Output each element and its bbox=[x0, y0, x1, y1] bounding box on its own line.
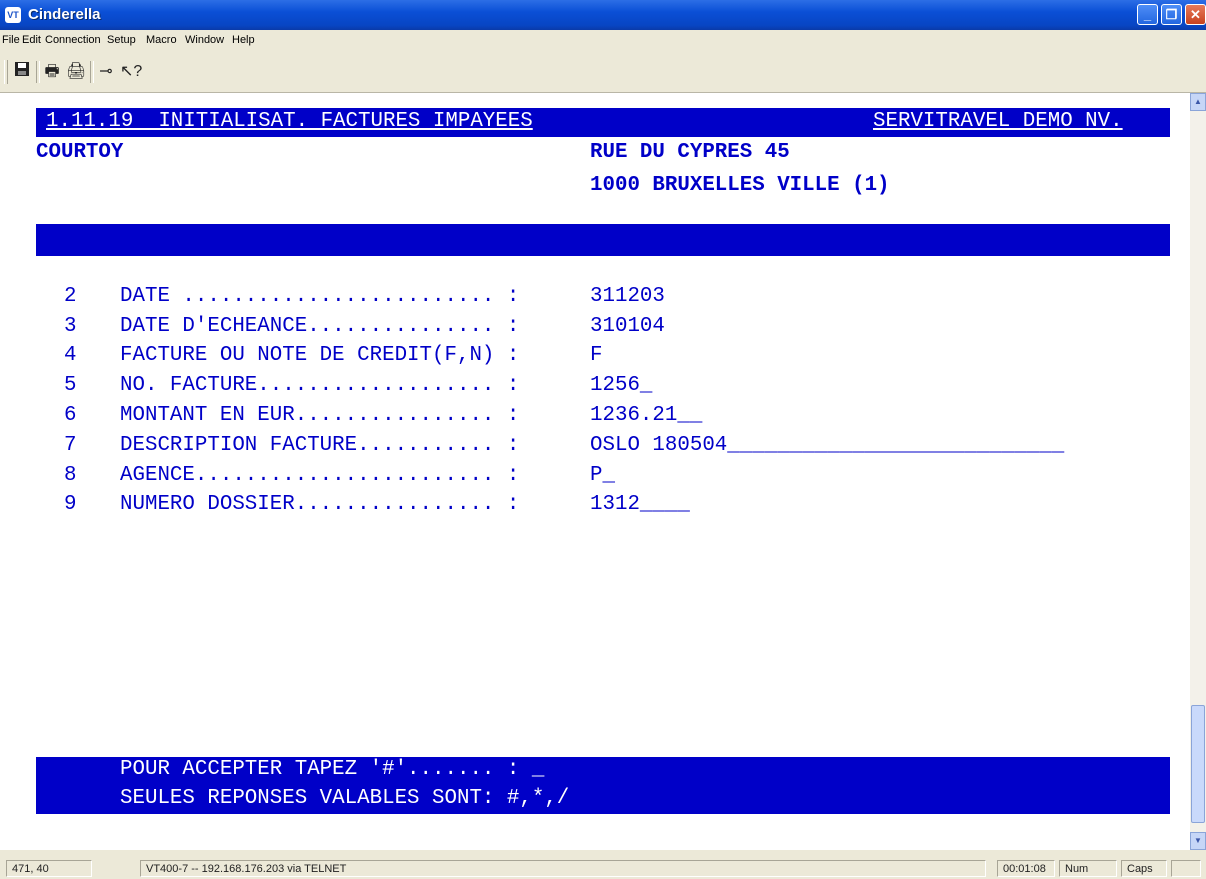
field-number: 3 bbox=[64, 315, 77, 338]
field-value-date[interactable]: 311203 bbox=[590, 284, 665, 310]
field-number: 7 bbox=[64, 434, 77, 457]
menu-bar: File Edit Connection Setup Macro Window … bbox=[0, 30, 1206, 52]
menu-setup[interactable]: Setup bbox=[107, 34, 136, 46]
field-value-description[interactable]: OSLO 180504___________________________ bbox=[590, 433, 1064, 459]
field-label: NO. FACTURE................... : bbox=[120, 374, 520, 397]
field-value-file-number[interactable]: 1312____ bbox=[590, 492, 690, 518]
field-value-due-date[interactable]: 310104 bbox=[590, 314, 665, 340]
field-number: 4 bbox=[64, 344, 77, 367]
field-number: 8 bbox=[64, 464, 77, 487]
toolbar-separator bbox=[36, 61, 40, 83]
session-time: 00:01:08 bbox=[997, 860, 1055, 877]
maximize-button[interactable]: ❐ bbox=[1161, 4, 1182, 25]
num-lock-indicator: Num bbox=[1059, 860, 1117, 877]
menu-file[interactable]: File bbox=[2, 34, 20, 46]
toolbar-grip[interactable] bbox=[4, 60, 8, 84]
field-number: 5 bbox=[64, 374, 77, 397]
scroll-up-button[interactable]: ▲ bbox=[1190, 93, 1206, 111]
menu-help[interactable]: Help bbox=[232, 34, 255, 46]
menu-macro[interactable]: Macro bbox=[146, 34, 177, 46]
close-button[interactable]: ✕ bbox=[1185, 4, 1206, 25]
field-label: FACTURE OU NOTE DE CREDIT(F,N) : bbox=[120, 344, 520, 367]
status-bar: 471, 40 VT400-7 -- 192.168.176.203 via T… bbox=[0, 857, 1206, 879]
field-label: DESCRIPTION FACTURE........... : bbox=[120, 434, 520, 457]
menu-connection[interactable]: Connection bbox=[45, 34, 101, 46]
minimize-button[interactable]: _ bbox=[1137, 4, 1158, 25]
field-number: 6 bbox=[64, 404, 77, 427]
title-bar[interactable]: VT Cinderella _ ❐ ✕ bbox=[0, 0, 1206, 30]
toolbar-separator bbox=[90, 61, 94, 83]
vertical-scrollbar[interactable]: ▲ ▼ bbox=[1190, 93, 1206, 850]
field-label: DATE ......................... : bbox=[120, 285, 520, 308]
field-value-invoice-type[interactable]: F bbox=[590, 343, 602, 369]
cursor-position: 471, 40 bbox=[6, 860, 92, 877]
connect-icon[interactable]: ⊸ bbox=[96, 61, 116, 83]
connection-status: VT400-7 -- 192.168.176.203 via TELNET bbox=[140, 860, 986, 877]
address-line2: 1000 BRUXELLES VILLE (1) bbox=[590, 174, 890, 197]
terminal-screen[interactable]: 1.11.19 INITIALISAT. FACTURES IMPAYEES S… bbox=[0, 93, 1190, 850]
field-value-agency[interactable]: P_ bbox=[590, 463, 615, 489]
address-line1: RUE DU CYPRES 45 bbox=[590, 141, 790, 164]
field-value-amount[interactable]: 1236.21__ bbox=[590, 403, 702, 429]
field-value-invoice-number[interactable]: 1256_ bbox=[590, 373, 652, 399]
menu-window[interactable]: Window bbox=[185, 34, 224, 46]
field-label: AGENCE........................ : bbox=[120, 464, 520, 487]
window-title: Cinderella bbox=[28, 6, 101, 23]
menu-edit[interactable]: Edit bbox=[22, 34, 41, 46]
caps-lock-indicator: Caps bbox=[1121, 860, 1167, 877]
field-label: NUMERO DOSSIER................ : bbox=[120, 493, 520, 516]
company-name: SERVITRAVEL DEMO NV. bbox=[873, 110, 1123, 133]
field-label: MONTANT EN EUR................ : bbox=[120, 404, 520, 427]
toolbar: 🖶 🖨 ⊸ ↖? bbox=[0, 52, 1206, 93]
accept-prompt[interactable]: POUR ACCEPTER TAPEZ '#'....... : _ bbox=[120, 757, 544, 783]
scroll-thumb[interactable] bbox=[1191, 705, 1205, 823]
valid-responses-hint: SEULES REPONSES VALABLES SONT: #,*,/ bbox=[120, 787, 570, 810]
print-icon[interactable]: 🖶 bbox=[42, 61, 62, 83]
field-number: 9 bbox=[64, 493, 77, 516]
status-extra bbox=[1171, 860, 1201, 877]
screen-title: 1.11.19 INITIALISAT. FACTURES IMPAYEES bbox=[46, 110, 533, 133]
separator-bar bbox=[36, 224, 1170, 256]
print-setup-icon[interactable]: 🖨 bbox=[66, 61, 86, 83]
field-label: DATE D'ECHEANCE............... : bbox=[120, 315, 520, 338]
save-icon[interactable] bbox=[12, 61, 32, 83]
help-icon[interactable]: ↖? bbox=[120, 61, 142, 83]
client-name: COURTOY bbox=[36, 141, 124, 164]
field-number: 2 bbox=[64, 285, 77, 308]
app-icon: VT bbox=[5, 7, 21, 23]
scroll-down-button[interactable]: ▼ bbox=[1190, 832, 1206, 850]
